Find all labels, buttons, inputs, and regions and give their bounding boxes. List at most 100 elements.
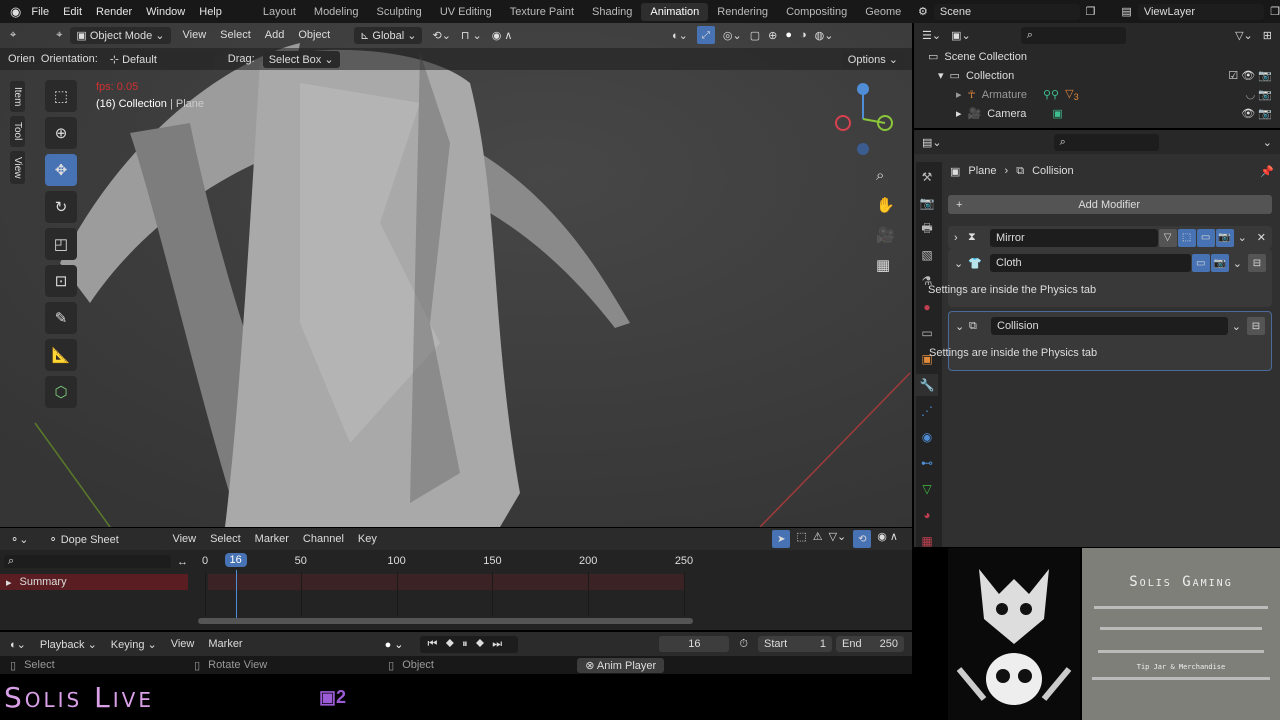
modifier-name-field[interactable]: Mirror xyxy=(990,228,1158,247)
tab-compositing[interactable]: Compositing xyxy=(777,3,856,21)
dope-sheet-mode-dropdown[interactable]: ⚬ Dope Sheet xyxy=(42,530,163,548)
move-tool-icon[interactable]: ✥ xyxy=(45,154,77,186)
expand-icon[interactable]: ▸ xyxy=(956,107,962,120)
dropdown-icon[interactable]: ⌄ xyxy=(1232,320,1241,333)
visibility-toggles[interactable]: ☑ 👁 📷 xyxy=(1228,69,1272,82)
tab-view[interactable]: View xyxy=(10,150,25,185)
snap-icon[interactable]: ⊓ ⌄ xyxy=(461,29,482,42)
menu-help[interactable]: Help xyxy=(199,6,222,18)
snap-icon[interactable]: ⟲ xyxy=(853,530,872,548)
shading-material-icon[interactable]: ◑ xyxy=(800,29,807,41)
view-layer-icon[interactable]: ▤ xyxy=(1121,5,1131,18)
shading-rendered-icon[interactable]: ◍⌄ xyxy=(815,29,834,42)
particles-tab-icon[interactable]: ⋰ xyxy=(916,400,938,422)
measure-tool-icon[interactable]: 📐 xyxy=(45,339,77,371)
jump-end-icon[interactable]: ⏭ xyxy=(492,638,510,650)
visibility-toggles[interactable]: 👁 📷 xyxy=(1241,107,1272,120)
swap-icon[interactable]: ↔ xyxy=(177,556,188,568)
tab-shading[interactable]: Shading xyxy=(583,3,641,21)
tab-animation[interactable]: Animation xyxy=(641,2,709,21)
display-mode-icon[interactable]: ☰⌄ xyxy=(922,29,941,42)
menu-view[interactable]: View xyxy=(171,638,195,650)
outliner-scene-collection[interactable]: ▭ Scene Collection xyxy=(914,47,1280,66)
blender-logo-icon[interactable]: ◉ xyxy=(10,4,21,20)
menu-object[interactable]: Object xyxy=(298,29,330,41)
visibility-icon[interactable]: ◐⌄ xyxy=(672,29,688,42)
filter-icon[interactable]: ▽⌄ xyxy=(1235,29,1253,42)
close-icon[interactable]: ✕ xyxy=(1257,231,1266,244)
options-chevron-icon[interactable]: ⌄ xyxy=(1263,136,1272,149)
render-tab-icon[interactable]: 📷 xyxy=(916,192,938,214)
clock-icon[interactable]: ◐⌄ xyxy=(10,638,26,651)
outliner-search-input[interactable]: ⌕ xyxy=(1020,26,1126,44)
xray-icon[interactable]: ▢ xyxy=(750,29,760,42)
visibility-toggles[interactable]: ◡ 📷 xyxy=(1246,88,1272,101)
hidden-icon[interactable]: ⬚ xyxy=(796,530,806,548)
texture-tab-icon[interactable]: ▦ xyxy=(916,530,938,552)
render-icon[interactable]: 📷 xyxy=(1215,228,1234,247)
pan-hand-icon[interactable]: ✋ xyxy=(876,191,895,221)
outliner-item-camera[interactable]: ▸ 🎥 Camera ▣ 👁 📷 xyxy=(914,104,1280,123)
editor-type-icon[interactable]: ▤⌄ xyxy=(922,136,942,149)
tab-texture-paint[interactable]: Texture Paint xyxy=(501,3,583,21)
tool-tab-icon[interactable]: ⚒ xyxy=(916,166,938,188)
filter-type-icon[interactable]: ▣⌄ xyxy=(951,29,971,42)
website-link[interactable] xyxy=(1094,606,1268,609)
expand-icon[interactable]: ▸ xyxy=(956,88,962,101)
collapse-icon[interactable]: ⌄ xyxy=(955,320,969,333)
3d-viewport[interactable]: ⌖ ⌖ ▣ Object Mode ⌄ View Select Add Obje… xyxy=(0,23,912,527)
new-scene-icon[interactable]: ❐ xyxy=(1086,5,1096,18)
physics-tab-icon[interactable]: ◉ xyxy=(916,426,938,448)
edit-mode-icon[interactable]: ⬚ xyxy=(1177,228,1196,247)
rotate-tool-icon[interactable]: ↻ xyxy=(45,191,77,223)
tipjar-link[interactable] xyxy=(1092,677,1270,680)
camera-view-icon[interactable]: 🎥 xyxy=(876,221,895,251)
menu-edit[interactable]: Edit xyxy=(63,6,82,18)
menu-playback[interactable]: Playback ⌄ xyxy=(40,638,97,651)
outliner-item-armature[interactable]: ▸ ☥ Armature ⚲⚲ ▽3 ◡ 📷 xyxy=(914,85,1280,104)
scale-tool-icon[interactable]: ◰ xyxy=(45,228,77,260)
modifier-tab-icon[interactable]: 🔧 xyxy=(916,374,938,396)
expand-icon[interactable]: › xyxy=(954,232,968,244)
add-modifier-button[interactable]: + Add Modifier xyxy=(948,195,1272,214)
facebook-link[interactable] xyxy=(1098,650,1264,653)
tab-layout[interactable]: Layout xyxy=(254,3,305,21)
menu-key[interactable]: Key xyxy=(358,533,377,545)
menu-add[interactable]: Add xyxy=(265,29,285,41)
orientation-dropdown[interactable]: ⊹ Default xyxy=(103,50,214,68)
shading-wireframe-icon[interactable]: ⊕ xyxy=(768,29,777,42)
shading-solid-icon[interactable]: ● xyxy=(785,29,792,41)
keyframe-area[interactable]: 0 50 100 150 200 250 16 xyxy=(188,552,700,630)
modifier-mirror[interactable]: › ⧗ Mirror ▽ ⬚ ▭ 📷 ⌄ ✕ xyxy=(948,226,1272,249)
render-icon[interactable]: 📷 xyxy=(1210,254,1229,272)
channel-search-input[interactable]: ⌕ xyxy=(4,555,171,568)
channel-summary[interactable]: ▸ Summary xyxy=(0,574,188,590)
pause-icon[interactable]: ⏸ xyxy=(462,638,476,650)
pin-icon[interactable]: 📌 xyxy=(1260,165,1274,178)
filter-icon[interactable]: ▽⌄ xyxy=(829,530,847,548)
proportional-edit-icon[interactable]: ◉ ∧ xyxy=(492,29,513,42)
modifier-name-field[interactable]: Collision xyxy=(991,317,1228,335)
expand-icon[interactable]: ▾ xyxy=(938,69,944,82)
annotate-tool-icon[interactable]: ✎ xyxy=(45,302,77,334)
menu-keying[interactable]: Keying ⌄ xyxy=(111,638,157,651)
dropdown-icon[interactable]: ⌄ xyxy=(1233,257,1242,270)
transform-tool-icon[interactable]: ⊡ xyxy=(45,265,77,297)
data-tab-icon[interactable]: ▽ xyxy=(916,478,938,500)
transform-orientation-dropdown[interactable]: ⊾ Global ⌄ xyxy=(354,26,423,44)
next-keyframe-icon[interactable]: ◆ xyxy=(476,638,493,650)
playhead-line[interactable] xyxy=(235,570,237,622)
pivot-icon[interactable]: ⟲⌄ xyxy=(432,29,450,42)
overlay-icon[interactable]: ◎⌄ xyxy=(723,29,742,42)
scene-icon[interactable]: ⚙ xyxy=(918,5,928,18)
menu-marker[interactable]: Marker xyxy=(255,533,289,545)
menu-select[interactable]: Select xyxy=(210,533,241,545)
jump-start-icon[interactable]: ⏮ xyxy=(428,638,446,650)
options-dropdown[interactable]: Options ⌄ xyxy=(841,50,904,68)
prev-keyframe-icon[interactable]: ◆ xyxy=(445,638,462,650)
start-frame-field[interactable]: Start 1 xyxy=(758,636,832,652)
grid-view-icon[interactable]: ▦ xyxy=(876,251,895,281)
scene-field[interactable]: Scene xyxy=(933,3,1080,20)
new-view-layer-icon[interactable]: ❐ xyxy=(1270,5,1280,18)
add-cube-tool-icon[interactable]: ⬡ xyxy=(45,376,77,408)
